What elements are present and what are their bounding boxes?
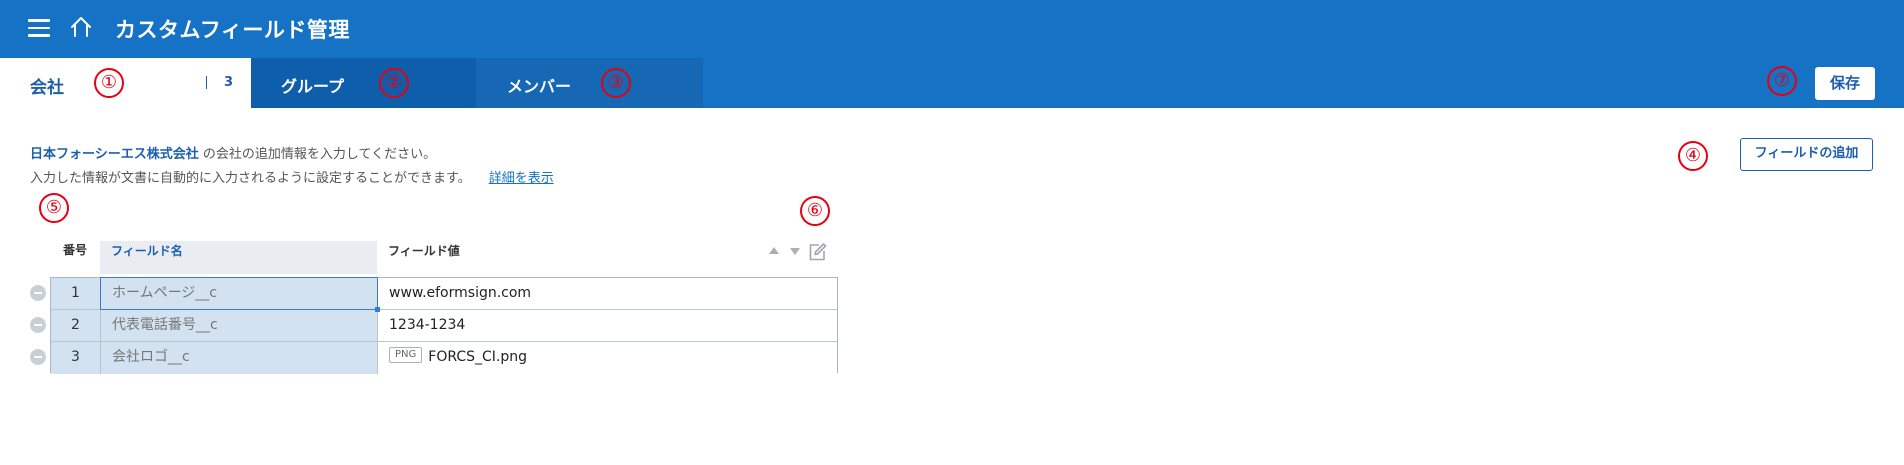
column-header-number: 番号 <box>62 243 87 257</box>
field-value-cell[interactable]: PNG FORCS_CI.png <box>378 342 837 374</box>
add-field-button[interactable]: フィールドの追加 <box>1740 138 1873 171</box>
field-value-cell[interactable]: 1234-1234 <box>378 310 837 342</box>
tab-member[interactable]: メンバー <box>476 58 703 108</box>
selected-cell-outline <box>100 277 378 310</box>
row-number: 2 <box>51 310 101 342</box>
description-text-1: の会社の追加情報を入力してください。 <box>198 147 437 162</box>
annotation-marker-2: ② <box>379 68 409 98</box>
description-line-1: 日本フォーシーエス株式会社 の会社の追加情報を入力してください。 <box>30 143 436 162</box>
tab-company-label: 会社 <box>30 78 64 98</box>
table-row: 2 代表電話番号__c 1234-1234 <box>51 310 837 342</box>
tab-group-label: グループ <box>281 77 345 96</box>
home-icon[interactable] <box>69 15 93 39</box>
file-name: FORCS_CI.png <box>428 349 528 365</box>
details-link[interactable]: 詳細を表示 <box>489 171 554 186</box>
column-header-field-value: フィールド値 <box>388 244 460 258</box>
remove-row-icon[interactable] <box>30 285 46 301</box>
company-name: 日本フォーシーエス株式会社 <box>30 147 199 162</box>
sort-up-icon[interactable] <box>769 247 779 254</box>
description-text-2: 入力した情報が文書に自動的に入力されるように設定することができます。 <box>30 171 471 186</box>
annotation-marker-1: ① <box>94 68 124 98</box>
annotation-marker-4: ④ <box>1678 141 1708 171</box>
png-file-icon: PNG <box>389 347 423 363</box>
description-line-2: 入力した情報が文書に自動的に入力されるように設定することができます。 詳細を表示 <box>30 167 554 186</box>
tab-divider <box>206 76 207 89</box>
remove-row-icon[interactable] <box>30 317 46 333</box>
annotation-marker-6: ⑥ <box>800 196 830 226</box>
field-name-cell[interactable]: 代表電話番号__c <box>101 310 378 342</box>
save-button[interactable]: 保存 <box>1815 67 1875 100</box>
tab-company-count: 3 <box>224 75 234 90</box>
edit-icon[interactable] <box>807 242 827 262</box>
tab-company[interactable]: 会社 3 <box>0 58 251 108</box>
column-header-field-name[interactable]: フィールド名 <box>100 241 377 274</box>
annotation-marker-3: ③ <box>601 68 631 98</box>
menu-icon[interactable] <box>28 19 50 37</box>
field-name-cell[interactable]: 会社ロゴ__c <box>101 342 378 374</box>
remove-row-icon[interactable] <box>30 349 46 365</box>
page-title: カスタムフィールド管理 <box>115 18 350 42</box>
selection-handle[interactable] <box>375 307 380 312</box>
row-number: 3 <box>51 342 101 374</box>
tab-member-label: メンバー <box>507 77 572 96</box>
field-value-cell[interactable]: www.eformsign.com <box>378 278 837 310</box>
annotation-marker-7: ⑦ <box>1767 66 1797 96</box>
table-row: 3 会社ロゴ__c PNG FORCS_CI.png <box>51 342 837 374</box>
row-number: 1 <box>51 278 101 310</box>
sort-down-icon[interactable] <box>790 248 800 255</box>
top-bar: カスタムフィールド管理 <box>0 0 1904 58</box>
tab-bar: 会社 3 グループ メンバー <box>0 58 1904 108</box>
tab-group[interactable]: グループ <box>251 58 476 108</box>
annotation-marker-5: ⑤ <box>39 193 69 223</box>
